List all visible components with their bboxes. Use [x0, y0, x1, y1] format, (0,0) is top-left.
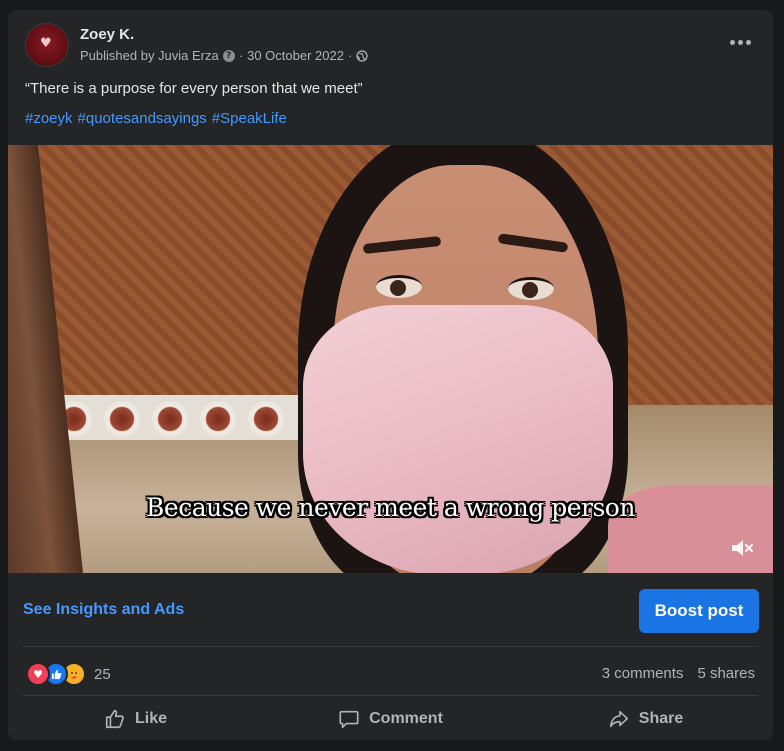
speaker-muted-icon[interactable] — [729, 535, 755, 561]
share-label: Share — [638, 710, 684, 727]
heart-icon: ♥ — [40, 36, 52, 51]
insights-row: See Insights and Ads Boost post — [8, 573, 773, 646]
engagement-stats: ♥ 25 3 comments 5 shares — [8, 654, 773, 694]
author-name[interactable]: Zoey K. — [80, 26, 134, 43]
comment-label: Comment — [369, 710, 443, 727]
post-actions: Like Comment Share — [8, 698, 773, 740]
video-subtitle: Because we never meet a wrong person — [146, 493, 635, 522]
post-meta: Published by Juvia Erza ? · 30 October 2… — [80, 48, 368, 63]
published-by: Published by Juvia Erza — [80, 48, 219, 63]
globe-icon — [356, 49, 368, 62]
post-header: ♥ Zoey K. Published by Juvia Erza ? · 30… — [8, 10, 773, 70]
hashtag-link[interactable]: #quotesandsayings — [78, 110, 207, 127]
separator: · — [347, 48, 353, 63]
reaction-count[interactable]: 25 — [94, 666, 111, 683]
post-caption: “There is a purpose for every person tha… — [25, 80, 363, 97]
video-person-mask — [303, 305, 613, 573]
video-person-eye — [376, 275, 422, 298]
like-label: Like — [134, 710, 167, 727]
divider — [23, 646, 758, 647]
like-button[interactable]: Like — [8, 698, 263, 740]
thumbs-up-icon — [105, 709, 124, 729]
post-date[interactable]: 30 October 2022 — [247, 48, 344, 63]
video-person-eye — [508, 277, 554, 300]
separator: · — [238, 48, 244, 63]
info-icon[interactable]: ? — [222, 49, 235, 62]
hashtag-link[interactable]: #zoeyk — [25, 110, 73, 127]
comment-icon — [339, 710, 359, 729]
comment-button[interactable]: Comment — [263, 698, 518, 740]
love-icon: ♥ — [26, 662, 50, 686]
post-card: ♥ Zoey K. Published by Juvia Erza ? · 30… — [8, 10, 773, 740]
video-player[interactable]: Because we never meet a wrong person — [8, 145, 773, 573]
avatar[interactable]: ♥ — [25, 23, 69, 67]
shares-count[interactable]: 5 shares — [697, 665, 755, 682]
divider — [23, 695, 758, 696]
see-insights-link[interactable]: See Insights and Ads — [23, 601, 184, 619]
comments-count[interactable]: 3 comments — [602, 665, 684, 682]
share-arrow-icon — [609, 710, 628, 728]
hashtag-link[interactable]: #SpeakLife — [212, 110, 287, 127]
reactions-summary[interactable]: ♥ 25 — [26, 662, 111, 686]
video-background-plates — [48, 395, 308, 440]
hashtags: #zoeyk #quotesandsayings #SpeakLife — [25, 110, 287, 127]
boost-post-button[interactable]: Boost post — [639, 589, 759, 633]
more-options-icon[interactable] — [725, 32, 755, 52]
comment-share-counts: 3 comments 5 shares — [602, 665, 755, 682]
share-button[interactable]: Share — [518, 698, 773, 740]
